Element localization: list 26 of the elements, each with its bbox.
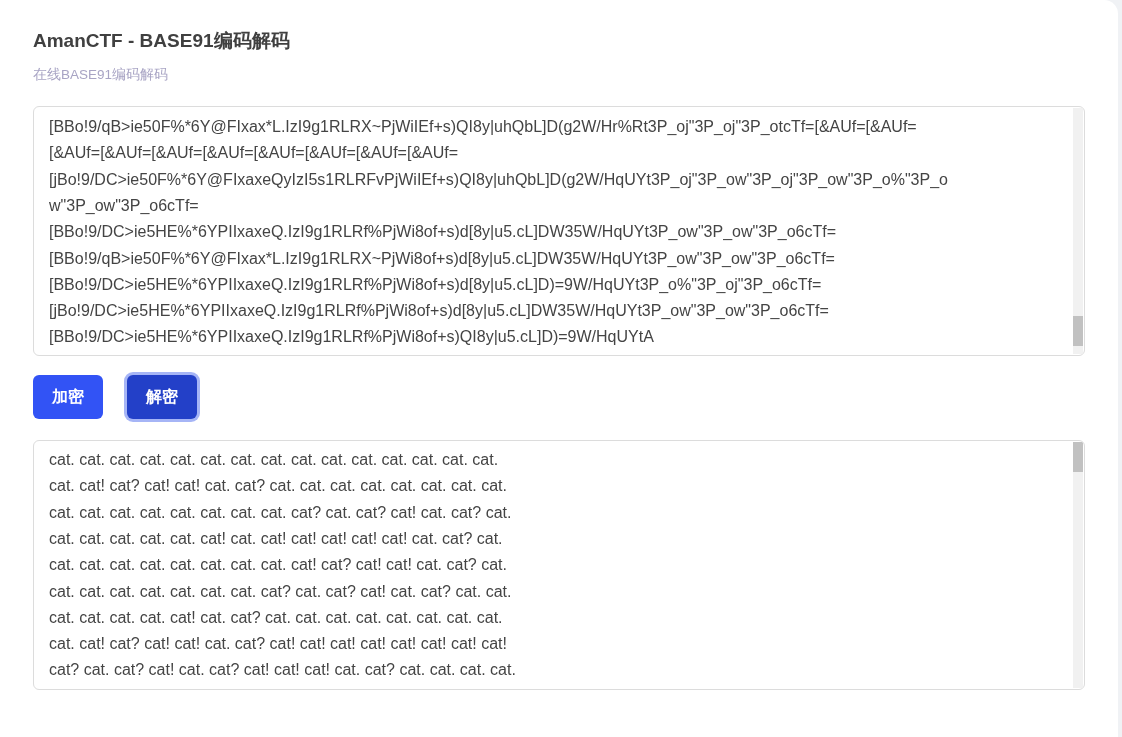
output-field[interactable] — [33, 440, 1085, 691]
text-line: cat. cat. cat. cat. cat. cat. cat. cat. cat. cat. cat. cat. cat. cat. cat. — [49, 450, 500, 471]
text-line: cat. cat. cat. cat. cat. cat. cat. cat. cat! cat? cat! cat! cat. cat? cat. — [49, 555, 508, 576]
text-line: [BBo!9/qB>ie50F%*6Y@FIxax*L.IzI9g1RLRX~PjWi8of+s)d[8y|u5.cL]DW35W/HqUYt3P_ow"3P_ow"3P_o6cTf= — [49, 248, 836, 269]
action-button[interactable]: 加密 — [33, 375, 103, 420]
page-subtitle: 在线BASE91编码解码 — [33, 65, 170, 84]
text-line: [jBo!9/DC>ie5HE%*6YPIIxaxeQ.IzI9g1RLRf%PjWi8of+s)d[8y|u5.cL]DW35W/HqUYt3P_ow"3P_ow"3P_o6cTf= — [49, 301, 830, 322]
text-line: [BBo!9/DC>ie5HE%*6YPIIxaxeQ.IzI9g1RLRf%PjWi8of+s)d[8y|u5.cL]D)=9W/HqUYt3P_o%"3P_oj"3P_o6cTf= — [49, 274, 823, 295]
text-line: cat. cat. cat. cat. cat. cat! cat. cat! cat! cat! cat! cat! cat. cat? cat. — [49, 528, 504, 549]
text-line: cat. cat. cat. cat. cat. cat. cat. cat? cat. cat? cat! cat. cat? cat. cat. — [49, 581, 513, 602]
text-line: w"3P_ow"3P_o6cTf= — [49, 195, 200, 216]
text-line: [BBo!9/DC>ie5HE%*6YPIIxaxeQ.IzI9g1RLRf%PjWi8of+s)QI8y|u5.cL]D)=9W/HqUYtA — [49, 327, 655, 348]
scrollbar[interactable] — [1073, 442, 1083, 689]
text-line: [jBo!9/DC>ie50F%*6Y@FIxaxeQyIzI5s1RLRFvPjWiIEf+s)QI8y|uhQbL]D(g2W/HqUYt3P_oj"3P_ow"3P_oj"3P_ow"3P_o%"3P_o — [49, 169, 949, 190]
page-title: AmanCTF - BASE91编码解码 — [33, 30, 291, 53]
text-line: cat. cat. cat. cat. cat! cat. cat? cat. cat. cat. cat. cat. cat. cat. cat. — [49, 607, 504, 628]
action-button[interactable]: 解密 — [127, 375, 197, 420]
text-line: cat. cat! cat? cat! cat! cat. cat? cat. cat. cat. cat. cat. cat. cat. cat. — [49, 476, 508, 497]
input-field[interactable] — [33, 106, 1085, 357]
text-line: [&AUf=[&AUf=[&AUf=[&AUf=[&AUf=[&AUf=[&AUf=[&AUf= — [49, 143, 460, 164]
text-line: [BBo!9/DC>ie5HE%*6YPIIxaxeQ.IzI9g1RLRf%PjWi8of+s)d[8y|u5.cL]DW35W/HqUYt3P_ow"3P_ow"3P_o6cTf= — [49, 222, 837, 243]
text-line: cat. cat. cat. cat. cat. cat. cat. cat. cat? cat. cat? cat! cat. cat? cat. — [49, 502, 513, 523]
text-line: [BBo!9/qB>ie50F%*6Y@FIxax*L.IzI9g1RLRX~PjWiIEf+s)QI8y|uhQbL]D(g2W/Hr%Rt3P_oj"3P_oj"3P_otcTf=[&AUf=[&AUf= — [49, 117, 918, 138]
scrollbar[interactable] — [1073, 108, 1083, 355]
text-line: cat? cat. cat? cat! cat. cat? cat! cat! cat! cat. cat? cat. cat. cat. cat. — [49, 660, 517, 681]
text-line: cat. cat! cat? cat! cat! cat. cat? cat! cat! cat! cat! cat! cat! cat! cat! — [49, 634, 508, 655]
